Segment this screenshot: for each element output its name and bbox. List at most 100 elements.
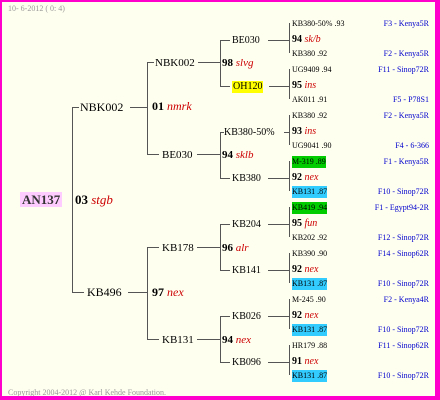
tree-line	[220, 270, 230, 271]
gen2-id[interactable]: BE030	[162, 149, 193, 161]
gen4-id-highlight[interactable]: KB131 .87	[292, 278, 328, 290]
gen4-id[interactable]: KB380 .92	[292, 48, 327, 60]
gen3-id-highlight[interactable]: OH120	[232, 81, 264, 93]
gen2-strain: sklb	[235, 149, 254, 161]
tree-line	[220, 316, 230, 317]
gen3-strain: nex	[304, 172, 319, 183]
tree-line	[289, 69, 290, 99]
gen2-summary: 98 slvg	[222, 57, 253, 69]
gen4-band: F3 - Kenya5R	[383, 19, 429, 28]
tree-line	[284, 132, 289, 133]
tree-line	[289, 253, 290, 283]
gen4-band: F2 - Kenya4R	[383, 295, 429, 304]
tree-line	[72, 292, 84, 293]
gen4-id[interactable]: KB390 .90	[292, 248, 327, 260]
tree-line	[289, 23, 290, 53]
gen2-year: 94	[222, 334, 233, 346]
timestamp-header: 10- 6-2012 ( 0: 4)	[8, 4, 65, 13]
tree-line	[220, 224, 221, 270]
gen3-strain: sk/b	[304, 34, 321, 45]
tree-line	[147, 247, 159, 248]
gen3-year: 91	[292, 356, 302, 367]
gen4-band: F11 - Sinop72R	[378, 65, 429, 74]
gen4-id-highlight[interactable]: KB419 .94	[292, 202, 328, 214]
tree-line	[220, 86, 230, 87]
dam-strain: nex	[167, 285, 184, 299]
gen3-summary: 93 ins	[292, 126, 316, 138]
gen2-year: 98	[222, 57, 233, 69]
gen4-id[interactable]: KB380-50% .93	[292, 18, 344, 30]
gen3-strain: nex	[304, 310, 319, 321]
tree-line	[268, 224, 289, 225]
gen3-id[interactable]: BE030	[232, 35, 260, 47]
gen2-id[interactable]: KB131	[162, 334, 194, 346]
gen4-id[interactable]: UG9409 .94	[292, 64, 332, 76]
gen4-id[interactable]: KB202 .92	[292, 232, 327, 244]
gen4-band: F11 - Sinop62R	[378, 341, 429, 350]
root-year: 03	[75, 192, 88, 207]
gen3-summary: 95 ins	[292, 80, 316, 92]
gen4-band: F10 - Sinop72R	[377, 279, 429, 288]
gen4-band: F1 - Egypt94-2R	[374, 203, 429, 212]
gen3-id[interactable]: KB380-50%	[224, 127, 275, 139]
gen3-year: 92	[292, 264, 302, 275]
dam-id[interactable]: KB496	[87, 286, 122, 298]
dam-summary: 97 nex	[152, 286, 184, 298]
tree-line	[197, 154, 220, 155]
tree-line	[220, 40, 221, 86]
dam-year: 97	[152, 285, 164, 299]
tree-line	[268, 178, 289, 179]
gen3-summary: 94 sk/b	[292, 34, 321, 46]
gen3-id[interactable]: KB141	[232, 265, 261, 277]
gen3-year: 95	[292, 80, 302, 91]
gen4-id[interactable]: HR179 .88	[292, 340, 327, 352]
gen4-id[interactable]: M-245 .90	[292, 294, 326, 306]
gen3-strain: ins	[304, 80, 317, 91]
tree-line	[289, 161, 290, 191]
gen4-id-highlight[interactable]: M-319 .89	[292, 156, 326, 168]
sire-strain: nmrk	[167, 99, 192, 113]
gen3-year: 92	[292, 172, 302, 183]
gen4-band: F12 - Sinop72R	[377, 233, 429, 242]
gen2-id[interactable]: NBK002	[155, 57, 195, 69]
copyright-footer: Copyright 2004-2012 @ Karl Kehde Foundat…	[8, 388, 167, 396]
gen4-band: F2 - Kenya5R	[383, 49, 429, 58]
gen2-year: 96	[222, 242, 233, 254]
gen3-year: 93	[292, 126, 302, 137]
tree-line	[289, 115, 290, 145]
root-strain: stgb	[91, 192, 113, 207]
tree-line	[130, 107, 147, 108]
gen4-id-highlight[interactable]: KB131 .87	[292, 324, 328, 336]
gen4-id[interactable]: AK011 .91	[292, 94, 327, 106]
tree-line	[220, 40, 230, 41]
gen3-strain: fun	[304, 218, 318, 229]
gen4-band: F4 - 6-366	[395, 141, 429, 150]
gen2-summary: 94 sklb	[222, 149, 253, 161]
tree-line	[220, 316, 221, 362]
gen2-summary: 96 alr	[222, 242, 249, 254]
gen3-id[interactable]: KB096	[232, 357, 261, 369]
tree-line	[197, 339, 220, 340]
gen4-id-highlight[interactable]: KB131 .87	[292, 186, 328, 198]
gen4-id[interactable]: UG9041 .90	[292, 140, 332, 152]
gen3-id[interactable]: KB204	[232, 219, 261, 231]
gen3-summary: 92 nex	[292, 264, 318, 276]
tree-line	[72, 107, 73, 292]
gen3-strain: nex	[304, 356, 319, 367]
tree-line	[268, 362, 289, 363]
tree-line	[268, 40, 289, 41]
gen3-summary: 92 nex	[292, 310, 318, 322]
sire-id[interactable]: NBK002	[80, 101, 123, 113]
tree-line	[147, 154, 159, 155]
tree-line	[220, 178, 230, 179]
tree-line	[268, 270, 289, 271]
root-pigeon-id[interactable]: AN137	[20, 192, 63, 207]
gen4-id[interactable]: KB380 .92	[292, 110, 327, 122]
tree-line	[128, 292, 147, 293]
gen4-id-highlight[interactable]: KB131 .87	[292, 370, 328, 382]
gen3-year: 95	[292, 218, 302, 229]
gen3-id[interactable]: KB026	[232, 311, 261, 323]
gen2-id[interactable]: KB178	[162, 242, 194, 254]
gen2-year: 94	[222, 149, 233, 161]
gen3-id[interactable]: KB380	[232, 173, 261, 185]
